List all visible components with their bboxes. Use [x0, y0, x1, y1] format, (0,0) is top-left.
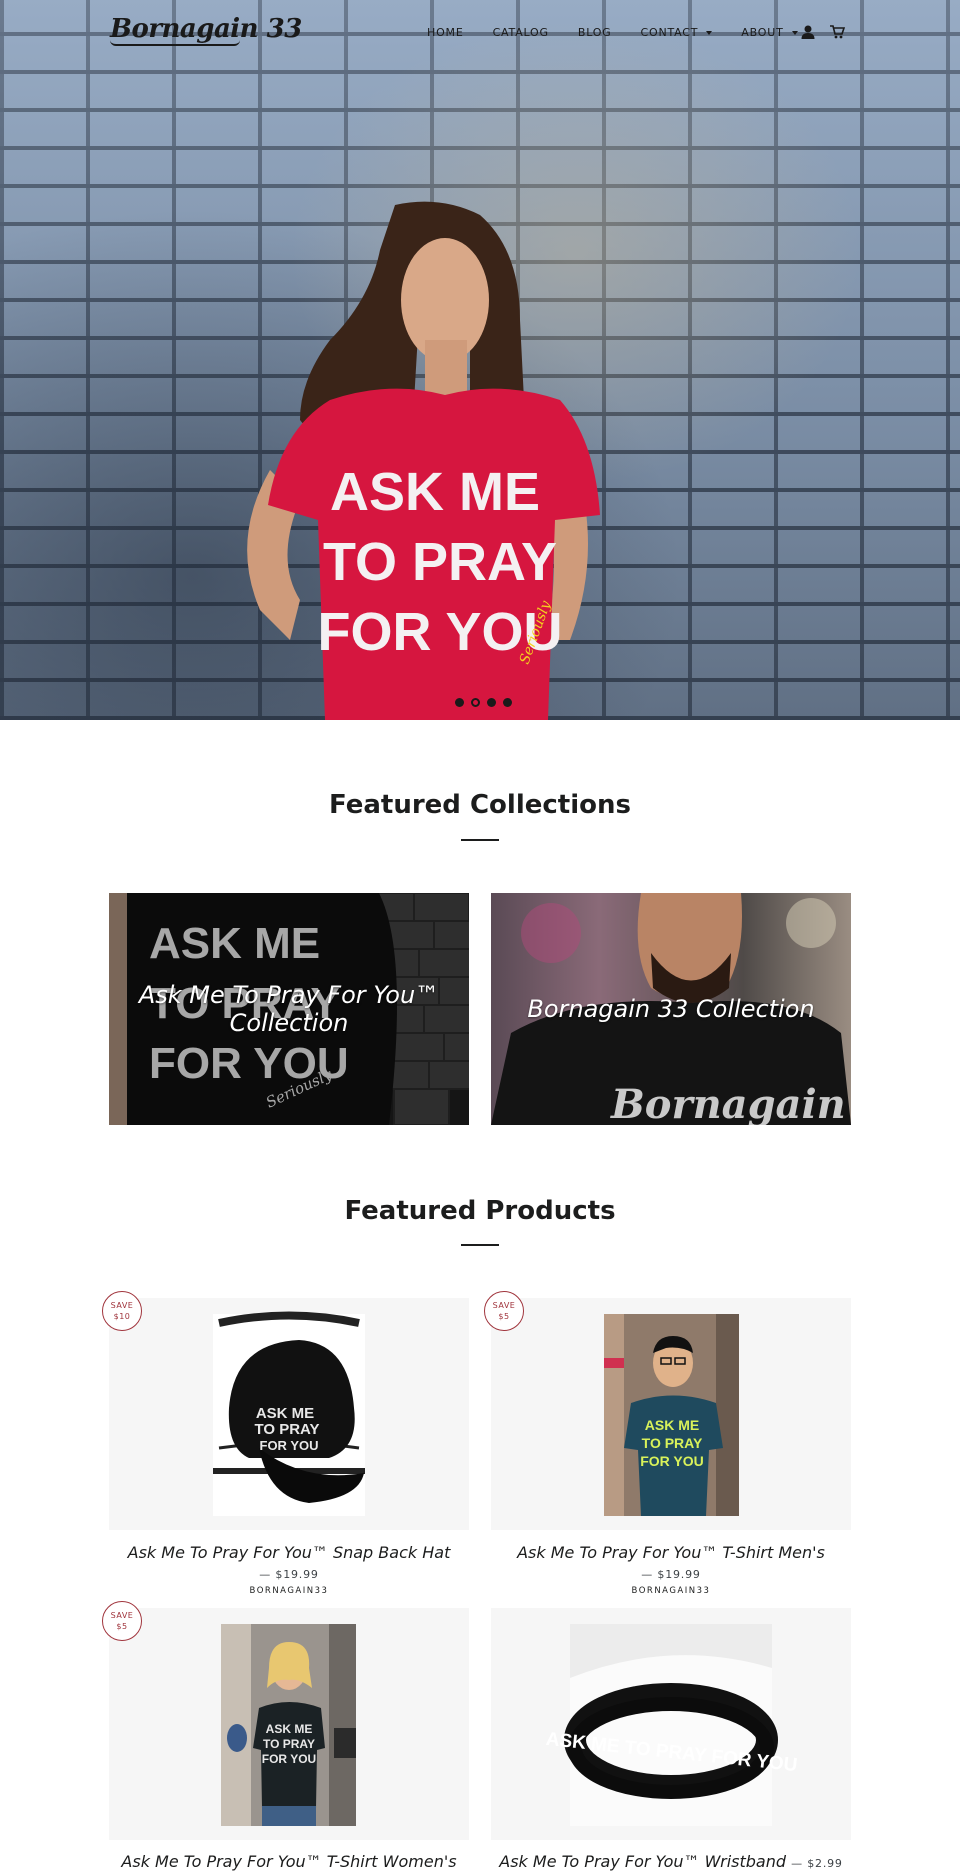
- badge-label: SAVE: [110, 1611, 134, 1620]
- product-price: — $19.99: [641, 1568, 701, 1581]
- wristband-image: ASK ME TO PRAY FOR YOU: [545, 1624, 798, 1826]
- price-value: $19.99: [275, 1568, 319, 1581]
- slide-dot-3[interactable]: [487, 698, 496, 707]
- hero-slideshow[interactable]: ASK ME TO PRAY FOR YOU Seriously Bornaga…: [0, 0, 960, 720]
- hat-image: ASK ME TO PRAY FOR YOU: [213, 1311, 365, 1516]
- product-title[interactable]: Ask Me To Pray For You™ Snap Back Hat: [109, 1543, 469, 1562]
- nav-contact-label: CONTACT: [640, 26, 699, 39]
- slideshow-dots: [455, 698, 512, 707]
- mens-shirt-text-line3: FOR YOU: [640, 1453, 704, 1469]
- nav-item-catalog[interactable]: CATALOG: [493, 26, 549, 39]
- product-title[interactable]: Ask Me To Pray For You™ T-Shirt Men's: [491, 1543, 851, 1562]
- chevron-down-icon: [791, 30, 798, 35]
- nav-item-home[interactable]: HOME: [427, 26, 464, 39]
- price-value: $2.99: [807, 1857, 843, 1870]
- slide-dot-2[interactable]: [471, 698, 480, 707]
- nav-catalog-label: CATALOG: [492, 26, 549, 39]
- slide-dot-4[interactable]: [503, 698, 512, 707]
- save-badge: SAVE $5: [102, 1601, 142, 1641]
- nav-about-label: ABOUT: [741, 26, 784, 39]
- collection-label: Ask Me To Pray For You™ Collection: [138, 981, 440, 1037]
- nav-item-about[interactable]: ABOUT: [741, 26, 798, 39]
- hat-text-line2: TO PRAY: [254, 1421, 319, 1438]
- save-badge: SAVE $5: [484, 1291, 524, 1331]
- save-badge: SAVE $10: [102, 1291, 142, 1331]
- product-price: — $2.99: [791, 1857, 843, 1870]
- womens-shirt-text-line1: ASK ME: [266, 1722, 313, 1736]
- cart-icon[interactable]: [829, 24, 845, 40]
- nav-item-blog[interactable]: BLOG: [578, 26, 612, 39]
- badge-label: SAVE: [110, 1301, 134, 1310]
- product-image-t-shirt-womens[interactable]: ASK ME TO PRAY FOR YOU: [109, 1608, 469, 1840]
- collection-label: Bornagain 33 Collection: [527, 995, 815, 1023]
- product-image-snap-back-hat[interactable]: ASK ME TO PRAY FOR YOU: [109, 1298, 469, 1530]
- featured-products-title: Featured Products: [344, 1196, 616, 1226]
- collection-ask-me-to-pray[interactable]: ASK ME TO PRAY FOR YOU Seriously Ask Me …: [109, 893, 469, 1125]
- collection-bornagain-33[interactable]: Bornagain Bornagain 33 Collection: [491, 893, 851, 1125]
- product-image-t-shirt-mens[interactable]: ASK ME TO PRAY FOR YOU: [491, 1298, 851, 1530]
- product-vendor[interactable]: BORNAGAIN33: [109, 1586, 469, 1596]
- chevron-down-icon: [706, 30, 713, 35]
- hat-text-line3: FOR YOU: [260, 1438, 319, 1453]
- badge-amount: $10: [113, 1312, 131, 1321]
- hero-model-image: ASK ME TO PRAY FOR YOU Seriously: [247, 201, 600, 720]
- featured-collections-title: Featured Collections: [329, 790, 631, 820]
- product-vendor[interactable]: BORNAGAIN33: [491, 1586, 851, 1596]
- badge-amount: $5: [498, 1312, 510, 1321]
- product-image-wristband[interactable]: ASK ME TO PRAY FOR YOU: [491, 1608, 851, 1840]
- hero-shirt-text-line2: TO PRAY: [323, 532, 557, 592]
- account-icon[interactable]: [800, 24, 816, 40]
- hero-shirt-text-line1: ASK ME: [330, 462, 540, 522]
- product-title-text: Ask Me To Pray For You™ Wristband: [499, 1852, 787, 1871]
- nav-home-label: HOME: [427, 26, 464, 39]
- featured-collections-rule: [461, 839, 499, 841]
- nav-item-contact[interactable]: CONTACT: [641, 26, 713, 39]
- site-header: Bornagain 33 HOME CATALOG BLOG CONTACT A…: [0, 0, 960, 66]
- womens-shirt-text-line2: TO PRAY: [263, 1737, 315, 1751]
- price-value: $19.99: [657, 1568, 701, 1581]
- mens-shirt-image: ASK ME TO PRAY FOR YOU: [604, 1314, 739, 1516]
- main-nav: HOME CATALOG BLOG CONTACT ABOUT: [427, 26, 827, 39]
- nav-blog-label: BLOG: [577, 26, 612, 39]
- product-title[interactable]: Ask Me To Pray For You™ Wristband — $2.9…: [491, 1852, 851, 1871]
- slide-dot-1[interactable]: [455, 698, 464, 707]
- featured-products-rule: [461, 1244, 499, 1246]
- badge-label: SAVE: [492, 1301, 516, 1310]
- womens-shirt-image: ASK ME TO PRAY FOR YOU: [221, 1624, 356, 1826]
- product-price: — $19.99: [259, 1568, 319, 1581]
- badge-amount: $5: [116, 1622, 128, 1631]
- womens-shirt-text-line3: FOR YOU: [262, 1752, 316, 1766]
- logo-swash: [110, 40, 240, 46]
- mens-shirt-text-line2: TO PRAY: [642, 1435, 703, 1451]
- hat-text-line1: ASK ME: [256, 1405, 314, 1422]
- mens-shirt-text-line1: ASK ME: [645, 1417, 699, 1433]
- product-title[interactable]: Ask Me To Pray For You™ T-Shirt Women's: [109, 1852, 469, 1871]
